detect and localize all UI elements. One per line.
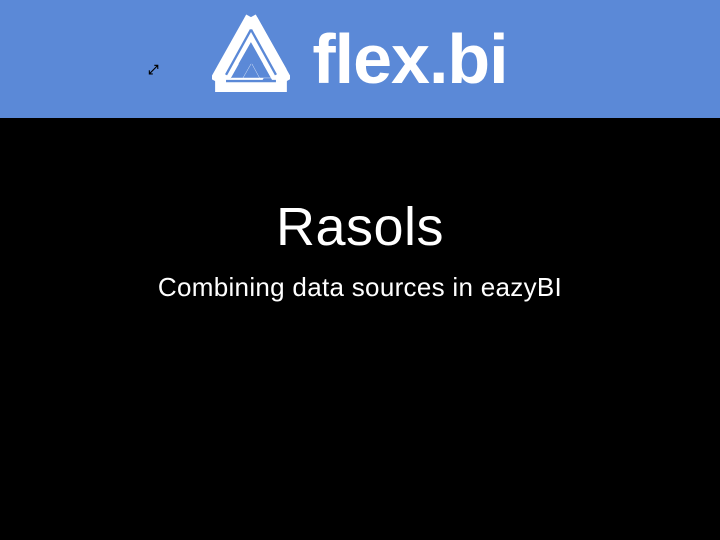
slide-subtitle: Combining data sources in eazyBI — [158, 272, 562, 303]
brand-text: flex.bi — [312, 24, 507, 94]
slide-content: Rasols Combining data sources in eazyBI — [0, 118, 720, 540]
fullscreen-arrow-icon[interactable]: ⤢ — [148, 62, 158, 78]
penrose-triangle-icon — [212, 14, 290, 104]
brand-logo: flex.bi — [212, 14, 507, 104]
header-band: ⤢ — [0, 0, 720, 118]
slide-title: Rasols — [276, 196, 444, 258]
